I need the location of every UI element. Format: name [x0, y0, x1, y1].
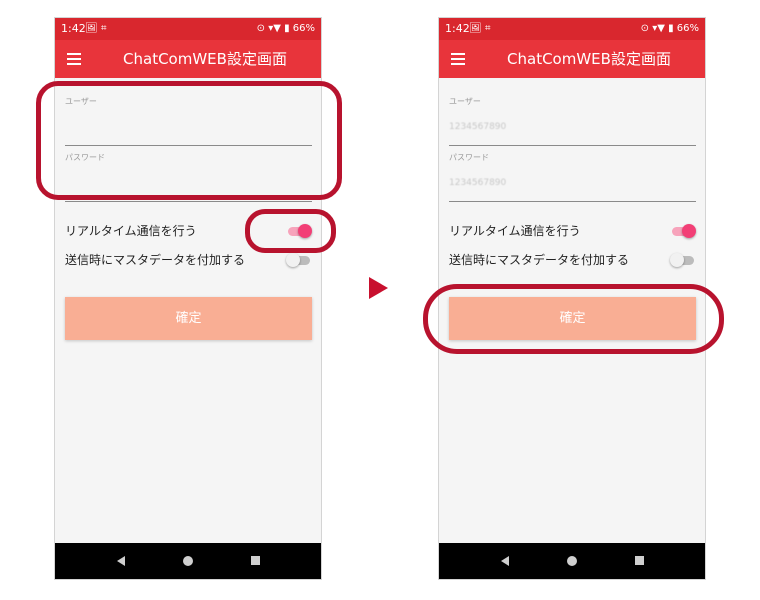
status-time: 1:42: [445, 22, 470, 35]
realtime-toggle[interactable]: [672, 224, 696, 238]
back-icon[interactable]: [117, 556, 125, 566]
realtime-setting-row: リアルタイム通信を行う: [449, 219, 696, 243]
status-indicators: ⊙ ▾▼ ▮ 66%: [256, 23, 315, 34]
user-field-label: ユーザー: [449, 97, 481, 106]
highlight-confirm-button: [423, 284, 724, 354]
user-field-value[interactable]: 1234567890: [449, 122, 506, 132]
navigation-bar: [439, 543, 705, 579]
app-title: ChatComWEB設定画面: [507, 50, 671, 68]
menu-icon[interactable]: [67, 49, 87, 69]
realtime-setting-label: リアルタイム通信を行う: [65, 224, 197, 238]
realtime-setting-label: リアルタイム通信を行う: [449, 224, 581, 238]
master-data-toggle[interactable]: [286, 253, 312, 267]
status-indicators: ⊙ ▾▼ ▮ 66%: [640, 23, 699, 34]
back-icon[interactable]: [501, 556, 509, 566]
user-field-underline: [449, 145, 696, 146]
notification-icons: 🖼 ⌗: [469, 23, 491, 34]
password-field[interactable]: パスワード 1234567890: [449, 152, 696, 202]
arrow-right-icon: [369, 277, 388, 299]
notification-icons: 🖼 ⌗: [85, 23, 107, 34]
highlight-login-fields: [36, 81, 342, 200]
status-bar: 1:42 🖼 ⌗ ⊙ ▾▼ ▮ 66%: [439, 18, 705, 40]
home-icon[interactable]: [567, 556, 577, 566]
password-field-underline: [449, 201, 696, 202]
password-field-label: パスワード: [449, 153, 489, 162]
password-field-underline: [65, 201, 312, 202]
status-time: 1:42: [61, 22, 86, 35]
password-field-value[interactable]: 1234567890: [449, 178, 506, 188]
master-data-setting-label: 送信時にマスタデータを付加する: [65, 253, 246, 267]
app-title: ChatComWEB設定画面: [123, 50, 287, 68]
confirm-button[interactable]: 確定: [65, 297, 312, 340]
recent-apps-icon[interactable]: [635, 556, 644, 565]
app-bar: ChatComWEB設定画面: [55, 40, 321, 78]
user-field[interactable]: ユーザー 1234567890: [449, 96, 696, 146]
master-data-toggle[interactable]: [670, 253, 696, 267]
home-icon[interactable]: [183, 556, 193, 566]
master-data-setting-row: 送信時にマスタデータを付加する: [449, 248, 696, 272]
recent-apps-icon[interactable]: [251, 556, 260, 565]
navigation-bar: [55, 543, 321, 579]
menu-icon[interactable]: [451, 49, 471, 69]
highlight-realtime-toggle: [245, 209, 336, 253]
app-bar: ChatComWEB設定画面: [439, 40, 705, 78]
status-bar: 1:42 🖼 ⌗ ⊙ ▾▼ ▮ 66%: [55, 18, 321, 40]
master-data-setting-label: 送信時にマスタデータを付加する: [449, 253, 630, 267]
